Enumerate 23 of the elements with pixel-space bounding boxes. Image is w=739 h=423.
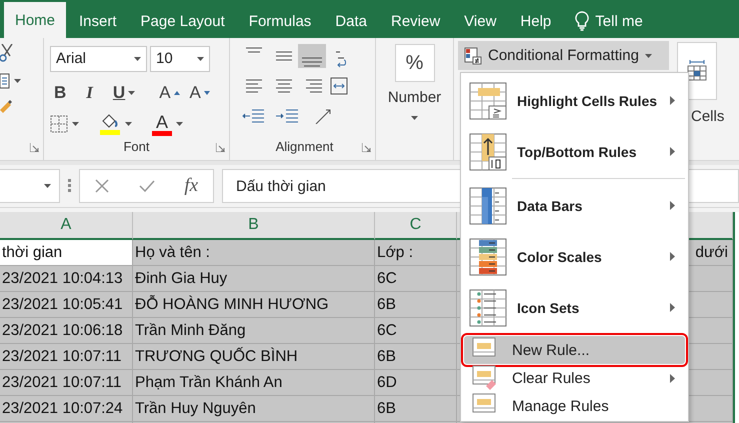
table-cell: 23/2021 10:05:41 (0, 292, 133, 318)
table-cell: Trần Minh Đăng (133, 318, 375, 344)
table-cell: 6C (375, 318, 457, 344)
table-cell: 23/2021 10:07:11 (0, 370, 133, 396)
table-cell: Phạm Trần Khánh An (133, 370, 375, 396)
table-cell: 6B (375, 396, 457, 422)
group-label: Font (123, 139, 150, 154)
table-cell: 6B (375, 344, 457, 370)
table-cell: Đinh Gia Huy (133, 266, 375, 292)
table-cell: 23/2021 10:06:18 (0, 318, 133, 344)
table-cell: Lớp : (375, 240, 457, 266)
table-cell: ĐỖ HOÀNG MINH HƯƠNG (133, 292, 375, 318)
table-cell: TRƯƠNG QUỐC BÌNH (133, 344, 375, 370)
table-cell: 6C (375, 266, 457, 292)
table-cell: 23/2021 10:07:24 (0, 396, 133, 422)
table-cell: 23/2021 10:07:11 (0, 344, 133, 370)
table-cell: 23/2021 10:04:13 (0, 266, 133, 292)
table-cell: Họ và tên : (133, 240, 375, 266)
table-cell: 6B (375, 292, 457, 318)
table-cell: 6D (375, 370, 457, 396)
table-cell: Trần Huy Nguyên (133, 396, 375, 422)
group-label: Alignment (276, 139, 334, 154)
table-cell: thời gian (0, 240, 133, 266)
